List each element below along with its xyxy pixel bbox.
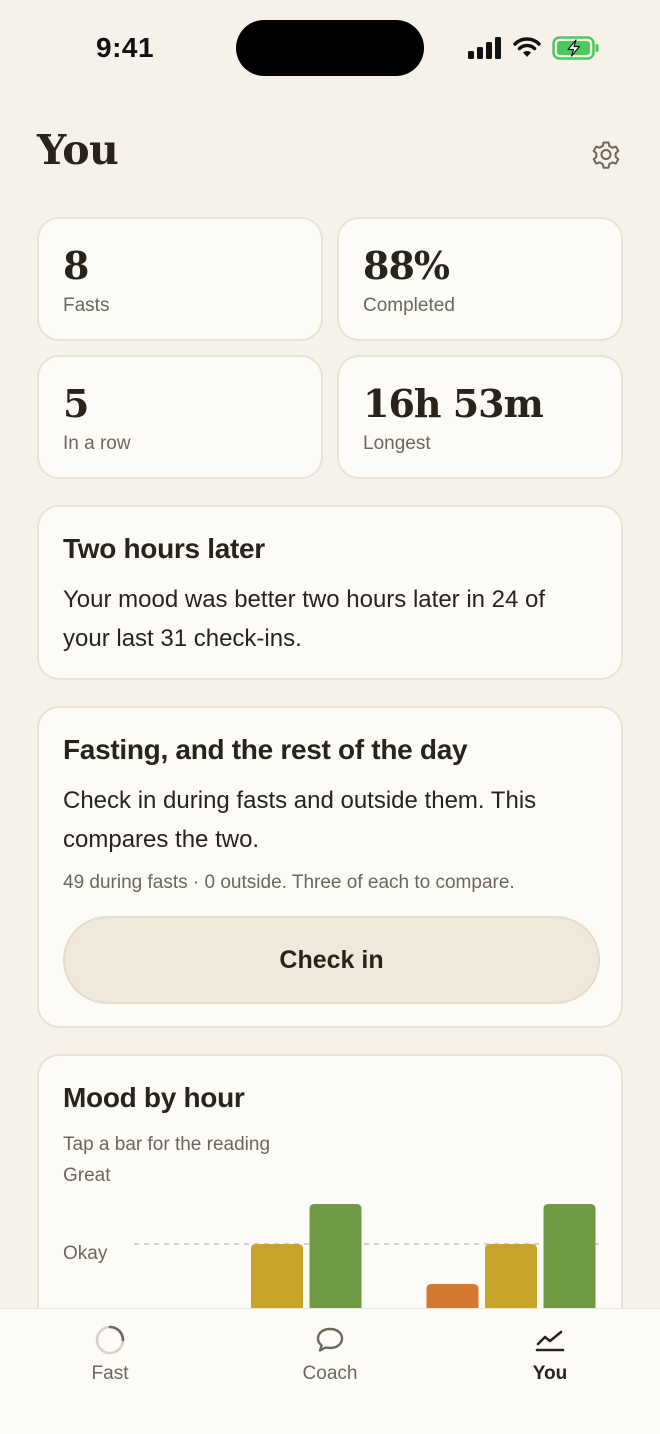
stat-card-fasts: 8 Fasts xyxy=(37,217,323,341)
dynamic-island xyxy=(236,20,424,76)
tab-bar: Fast Coach You xyxy=(0,1308,660,1434)
tab-fast[interactable]: Fast xyxy=(40,1309,180,1399)
stat-card-longest: 16h 53m Longest xyxy=(337,355,623,479)
gear-icon xyxy=(592,141,620,169)
stat-value: 5 xyxy=(63,381,89,426)
battery-icon xyxy=(552,36,599,60)
cellular-signal-icon xyxy=(468,37,501,59)
stat-label: Fasts xyxy=(63,295,110,316)
compare-title: Fasting, and the rest of the day xyxy=(63,734,468,765)
status-icons xyxy=(468,34,600,62)
tab-label: You xyxy=(532,1363,568,1384)
stat-label: Completed xyxy=(363,295,455,316)
insight-card: Two hours later Your mood was better two… xyxy=(37,505,623,680)
tab-you[interactable]: You xyxy=(480,1309,620,1399)
stat-value: 8 xyxy=(63,243,89,288)
stat-value: 16h 53m xyxy=(363,381,544,426)
stat-label: Longest xyxy=(363,433,431,454)
screen: 9:41 You 8 Fasts 88% Completed 5 In a ro… xyxy=(0,0,660,1434)
check-in-button[interactable]: Check in xyxy=(63,916,600,1004)
tab-label: Fast xyxy=(91,1363,129,1384)
stat-value: 88% xyxy=(363,243,450,288)
page-title: You xyxy=(37,126,119,174)
tab-label: Coach xyxy=(302,1363,358,1384)
status-time: 9:41 xyxy=(96,32,155,63)
compare-note: 49 during fasts · 0 outside. Three of ea… xyxy=(63,872,515,893)
compare-card: Fasting, and the rest of the day Check i… xyxy=(37,706,623,1028)
chat-bubble-icon xyxy=(316,1327,344,1352)
wifi-icon xyxy=(513,37,541,57)
compare-body: Check in during fasts and outside them. … xyxy=(63,787,537,853)
trend-chart-icon xyxy=(535,1330,565,1352)
insight-title: Two hours later xyxy=(63,533,265,564)
progress-ring-icon xyxy=(95,1325,125,1355)
tab-coach[interactable]: Coach xyxy=(260,1309,400,1399)
settings-button[interactable] xyxy=(586,135,626,175)
stat-card-streak: 5 In a row xyxy=(37,355,323,479)
stat-card-completed: 88% Completed xyxy=(337,217,623,341)
stat-label: In a row xyxy=(63,433,131,454)
status-bar: 9:41 xyxy=(0,0,660,96)
insight-body: Your mood was better two hours later in … xyxy=(63,586,546,652)
